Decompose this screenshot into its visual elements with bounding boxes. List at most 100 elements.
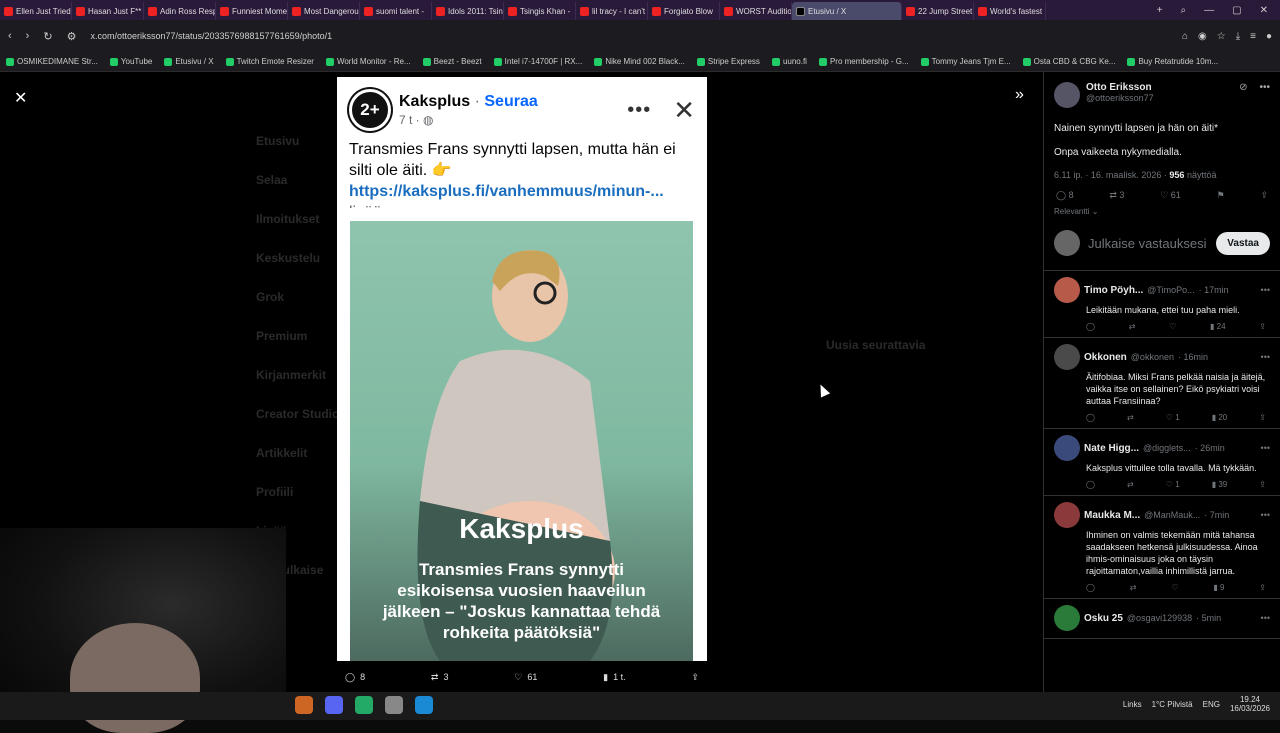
reply-icon[interactable]: ◯	[1086, 322, 1095, 331]
bookmark-item[interactable]: Tommy Jeans Tjm E...	[915, 57, 1017, 66]
reply-author-handle[interactable]: @TimoPo...	[1147, 285, 1194, 295]
more-icon[interactable]: •••	[1261, 285, 1270, 295]
url-field[interactable]: x.com/ottoeriksson77/status/203357698815…	[90, 31, 332, 41]
views-icon[interactable]: ▮ 39	[1212, 480, 1228, 489]
bookmark-item[interactable]: YouTube	[104, 57, 158, 66]
bookmark-item[interactable]: Osta CBD & CBG Ke...	[1017, 57, 1122, 66]
links-toolbar[interactable]: Links	[1123, 700, 1142, 709]
reply-tweet[interactable]: Okkonen @okkonen · 16min ••• Äitifobiaa. Mik…	[1044, 338, 1280, 429]
reply-author-handle[interactable]: @digglets...	[1143, 443, 1191, 453]
more-icon[interactable]: •••	[1261, 510, 1270, 520]
share-action[interactable]: ⇪	[691, 672, 699, 683]
bookmark-item[interactable]: Twitch Emote Resizer	[220, 57, 320, 66]
taskbar-app-4[interactable]	[385, 696, 403, 714]
taskbar-app-5[interactable]	[415, 696, 433, 714]
sort-selector[interactable]: Relevantti ⌄	[1054, 207, 1270, 216]
share-icon[interactable]: ⇪	[1260, 190, 1268, 201]
close-window-icon[interactable]: ✕	[1260, 5, 1268, 16]
browser-tab[interactable]: Idols 2011: Tsin	[432, 2, 504, 20]
repost-button[interactable]: ⇄ 3	[1109, 190, 1124, 201]
bookmark-item[interactable]: Nike Mind 002 Black...	[588, 57, 691, 66]
reply-author-name[interactable]: Timo Pöyh...	[1084, 285, 1143, 296]
reply-author-name[interactable]: Maukka M...	[1084, 510, 1140, 521]
extensions-icon[interactable]: ◉	[1198, 31, 1207, 42]
browser-tab[interactable]: Most Dangerou	[288, 2, 360, 20]
facebook-post-image[interactable]: 2+ Kaksplus · Seuraa 7 t · ◍ ••• ✕ Trans…	[337, 77, 707, 661]
repost-icon[interactable]: ⇄	[1127, 480, 1134, 489]
minimize-icon[interactable]: —	[1204, 5, 1214, 16]
like-button[interactable]: ♡ 61	[1160, 190, 1181, 201]
avatar[interactable]	[1054, 344, 1080, 370]
share-icon[interactable]: ⇪	[1259, 413, 1266, 422]
avatar[interactable]	[1054, 82, 1080, 108]
bookmark-item[interactable]: OSMIKEDIMANE Str...	[0, 57, 104, 66]
bookmark-item[interactable]: Stripe Express	[691, 57, 766, 66]
download-icon[interactable]: ⤓	[1236, 31, 1240, 42]
heart-icon[interactable]: ♡	[1169, 322, 1176, 331]
heart-icon[interactable]: ♡ 1	[1166, 480, 1180, 489]
more-icon[interactable]: •••	[1261, 613, 1270, 623]
reply-author-name[interactable]: Nate Higg...	[1084, 443, 1139, 454]
views-icon[interactable]: ▮ 20	[1212, 413, 1228, 422]
close-viewer-icon[interactable]: ✕	[14, 88, 27, 108]
bookmark-item[interactable]: Buy Retatrutide 10m...	[1121, 57, 1224, 66]
repost-icon[interactable]: ⇄	[1130, 583, 1137, 592]
reply-author-handle[interactable]: @ManMauk...	[1144, 510, 1200, 520]
reply-tweet[interactable]: Maukka M... @ManMauk... · 7min ••• Ihminen o…	[1044, 496, 1280, 599]
bookmark-item[interactable]: uuno.fi	[766, 57, 813, 66]
reply-author-name[interactable]: Okkonen	[1084, 352, 1127, 363]
browser-tab[interactable]: Funniest Mome	[216, 2, 288, 20]
reply-tweet[interactable]: Timo Pöyh... @TimoPo... · 17min ••• Leikitää…	[1044, 271, 1280, 338]
reply-submit-button[interactable]: Vastaa	[1216, 231, 1270, 255]
taskbar-app-1[interactable]	[295, 696, 313, 714]
repost-icon[interactable]: ⇄	[1129, 322, 1136, 331]
collapse-panel-icon[interactable]: »	[1015, 86, 1024, 104]
browser-tab[interactable]: Forgiato Blow	[648, 2, 720, 20]
weather-widget[interactable]: 1°C Pilvistä	[1152, 700, 1193, 709]
browser-tab[interactable]: Tsingis Khan -	[504, 2, 576, 20]
heart-icon[interactable]: ♡	[1171, 583, 1178, 592]
back-icon[interactable]: ‹	[8, 30, 12, 43]
reply-icon[interactable]: ◯	[1086, 480, 1095, 489]
forward-icon[interactable]: ›	[26, 30, 30, 43]
more-icon[interactable]: •••	[1261, 352, 1270, 362]
like-action[interactable]: ♡ 61	[514, 672, 537, 683]
browser-tab[interactable]: lil tracy - I can't	[576, 2, 648, 20]
reply-icon[interactable]: ◯	[1086, 583, 1095, 592]
bookmark-icon[interactable]: ⚑	[1217, 190, 1225, 201]
clock[interactable]: 19.24 16/03/2026	[1230, 695, 1270, 713]
avatar[interactable]	[1054, 605, 1080, 631]
reply-input[interactable]: Julkaise vastauksesi	[1088, 237, 1207, 250]
reply-tweet[interactable]: Osku 25 @osgavi129938 · 5min •••	[1044, 599, 1280, 639]
author-handle[interactable]: @ottoeriksson77	[1086, 93, 1154, 103]
browser-tab[interactable]: 22 Jump Street	[902, 2, 974, 20]
reply-icon[interactable]: ◯	[1086, 413, 1095, 422]
bookmark-item[interactable]: Intel i7-14700F | RX...	[488, 57, 589, 66]
menu-icon[interactable]: ≡	[1250, 31, 1256, 42]
taskbar-app-3[interactable]	[355, 696, 373, 714]
grok-icon[interactable]: ⊘	[1239, 82, 1247, 93]
browser-tab[interactable]: suomi talent -	[360, 2, 432, 20]
reply-tweet[interactable]: Nate Higg... @digglets... · 26min ••• Kakspl…	[1044, 429, 1280, 496]
reply-author-name[interactable]: Osku 25	[1084, 613, 1123, 624]
browser-tab[interactable]: Adin Ross Resp	[144, 2, 216, 20]
bookmark-item[interactable]: Pro membership - G...	[813, 57, 915, 66]
new-tab-icon[interactable]: +	[1157, 5, 1163, 16]
browser-tab[interactable]: WORST Auditio	[720, 2, 792, 20]
browser-tab[interactable]: Etusivu / X	[792, 2, 902, 20]
maximize-icon[interactable]: ▢	[1232, 5, 1241, 16]
translate-icon[interactable]: ⌂	[1182, 31, 1188, 42]
share-icon[interactable]: ⇪	[1259, 480, 1266, 489]
search-tabs-icon[interactable]: ⌕	[1181, 5, 1187, 16]
views-icon[interactable]: ▮ 24	[1210, 322, 1226, 331]
reply-button[interactable]: ◯ 8	[1056, 190, 1074, 201]
reload-icon[interactable]: ↻	[43, 30, 52, 43]
bookmark-item[interactable]: Beezt - Beezt	[417, 57, 488, 66]
profile-icon[interactable]: ●	[1266, 31, 1272, 42]
browser-tab[interactable]: World's fastest	[974, 2, 1046, 20]
avatar[interactable]	[1054, 435, 1080, 461]
reply-author-handle[interactable]: @osgavi129938	[1127, 613, 1192, 623]
share-icon[interactable]: ⇪	[1259, 322, 1266, 331]
taskbar-app-2[interactable]	[325, 696, 343, 714]
author-name[interactable]: Otto Eriksson	[1086, 82, 1154, 93]
